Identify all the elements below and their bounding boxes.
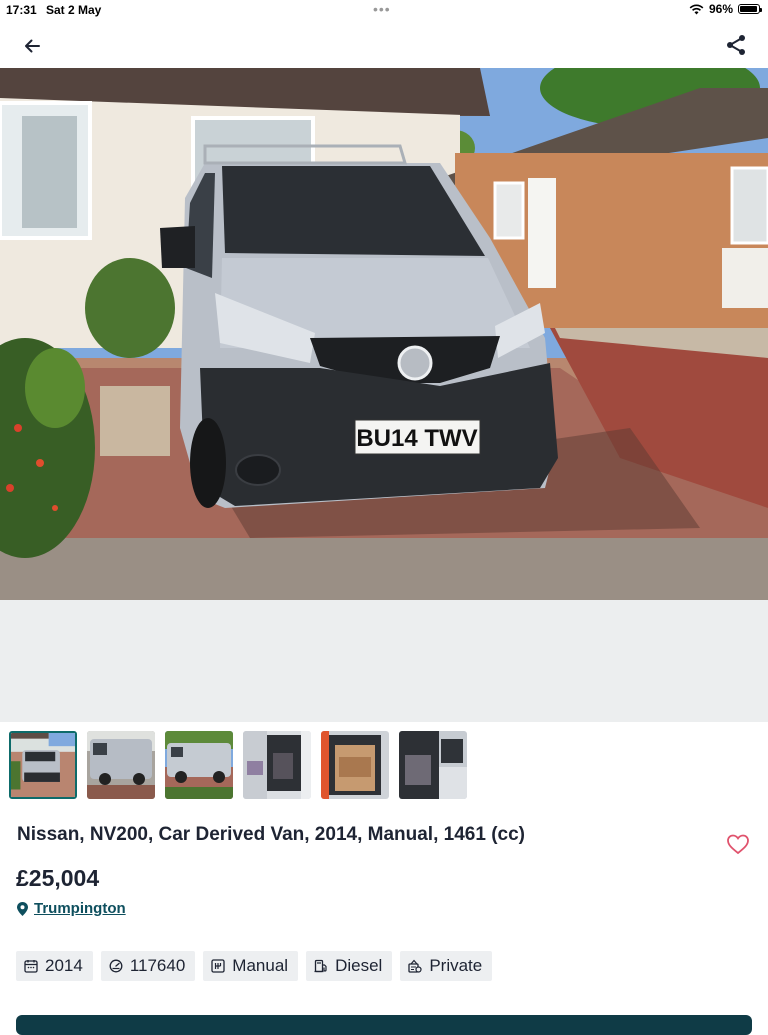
location-row: Trumpington (17, 900, 126, 917)
multitask-dots-icon[interactable]: ••• (373, 1, 391, 17)
arrow-left-icon[interactable] (20, 34, 44, 58)
spec-transmission: Manual (203, 951, 299, 981)
spec-chips: 2014 117640 Manual Diesel Private (16, 951, 493, 981)
thumbnail-5[interactable] (321, 731, 389, 799)
spec-mileage: 117640 (100, 951, 196, 981)
main-photo[interactable]: BU14 TWV (0, 68, 768, 600)
status-date: Sat 2 May (46, 3, 102, 17)
location-link[interactable]: Trumpington (34, 900, 126, 917)
battery-level (740, 6, 758, 12)
spec-year-value: 2014 (45, 956, 83, 975)
status-indicators: 96% (689, 2, 762, 16)
spec-transmission-value: Manual (232, 956, 289, 975)
listing-price: £25,004 (16, 865, 100, 891)
number-plate-text: BU14 TWV (356, 425, 477, 452)
heart-icon[interactable] (726, 833, 750, 855)
seller-icon (408, 959, 422, 973)
van-photo: BU14 TWV (0, 68, 768, 600)
spec-seller-value: Private (429, 956, 483, 975)
map-pin-icon (17, 901, 28, 916)
thumbnail-6[interactable] (399, 731, 467, 799)
spec-fuel-value: Diesel (335, 956, 383, 975)
spec-mileage-value: 117640 (129, 956, 186, 975)
calendar-icon (24, 960, 38, 973)
wifi-icon (689, 4, 704, 14)
share-icon[interactable] (724, 33, 748, 57)
battery-icon (738, 4, 762, 14)
thumbnail-2[interactable] (87, 731, 155, 799)
listing-title: Nissan, NV200, Car Derived Van, 2014, Ma… (17, 824, 525, 845)
thumbnail-1[interactable] (9, 731, 77, 799)
gallery-background (0, 600, 768, 722)
spec-fuel: Diesel (306, 951, 393, 981)
thumbnail-3[interactable] (165, 731, 233, 799)
spec-year: 2014 (16, 951, 93, 981)
fuel-pump-icon (314, 959, 327, 973)
thumbnail-4[interactable] (243, 731, 311, 799)
speedometer-icon (109, 959, 123, 973)
primary-action-button[interactable] (16, 1015, 752, 1035)
top-nav (0, 20, 768, 68)
spec-seller: Private (400, 951, 493, 981)
gearbox-icon (211, 959, 225, 973)
status-bar: 17:31 Sat 2 May ••• 96% (0, 0, 768, 20)
thumbnail-strip (9, 731, 467, 799)
status-time: 17:31 (6, 3, 37, 17)
battery-percent: 96% (708, 2, 733, 16)
